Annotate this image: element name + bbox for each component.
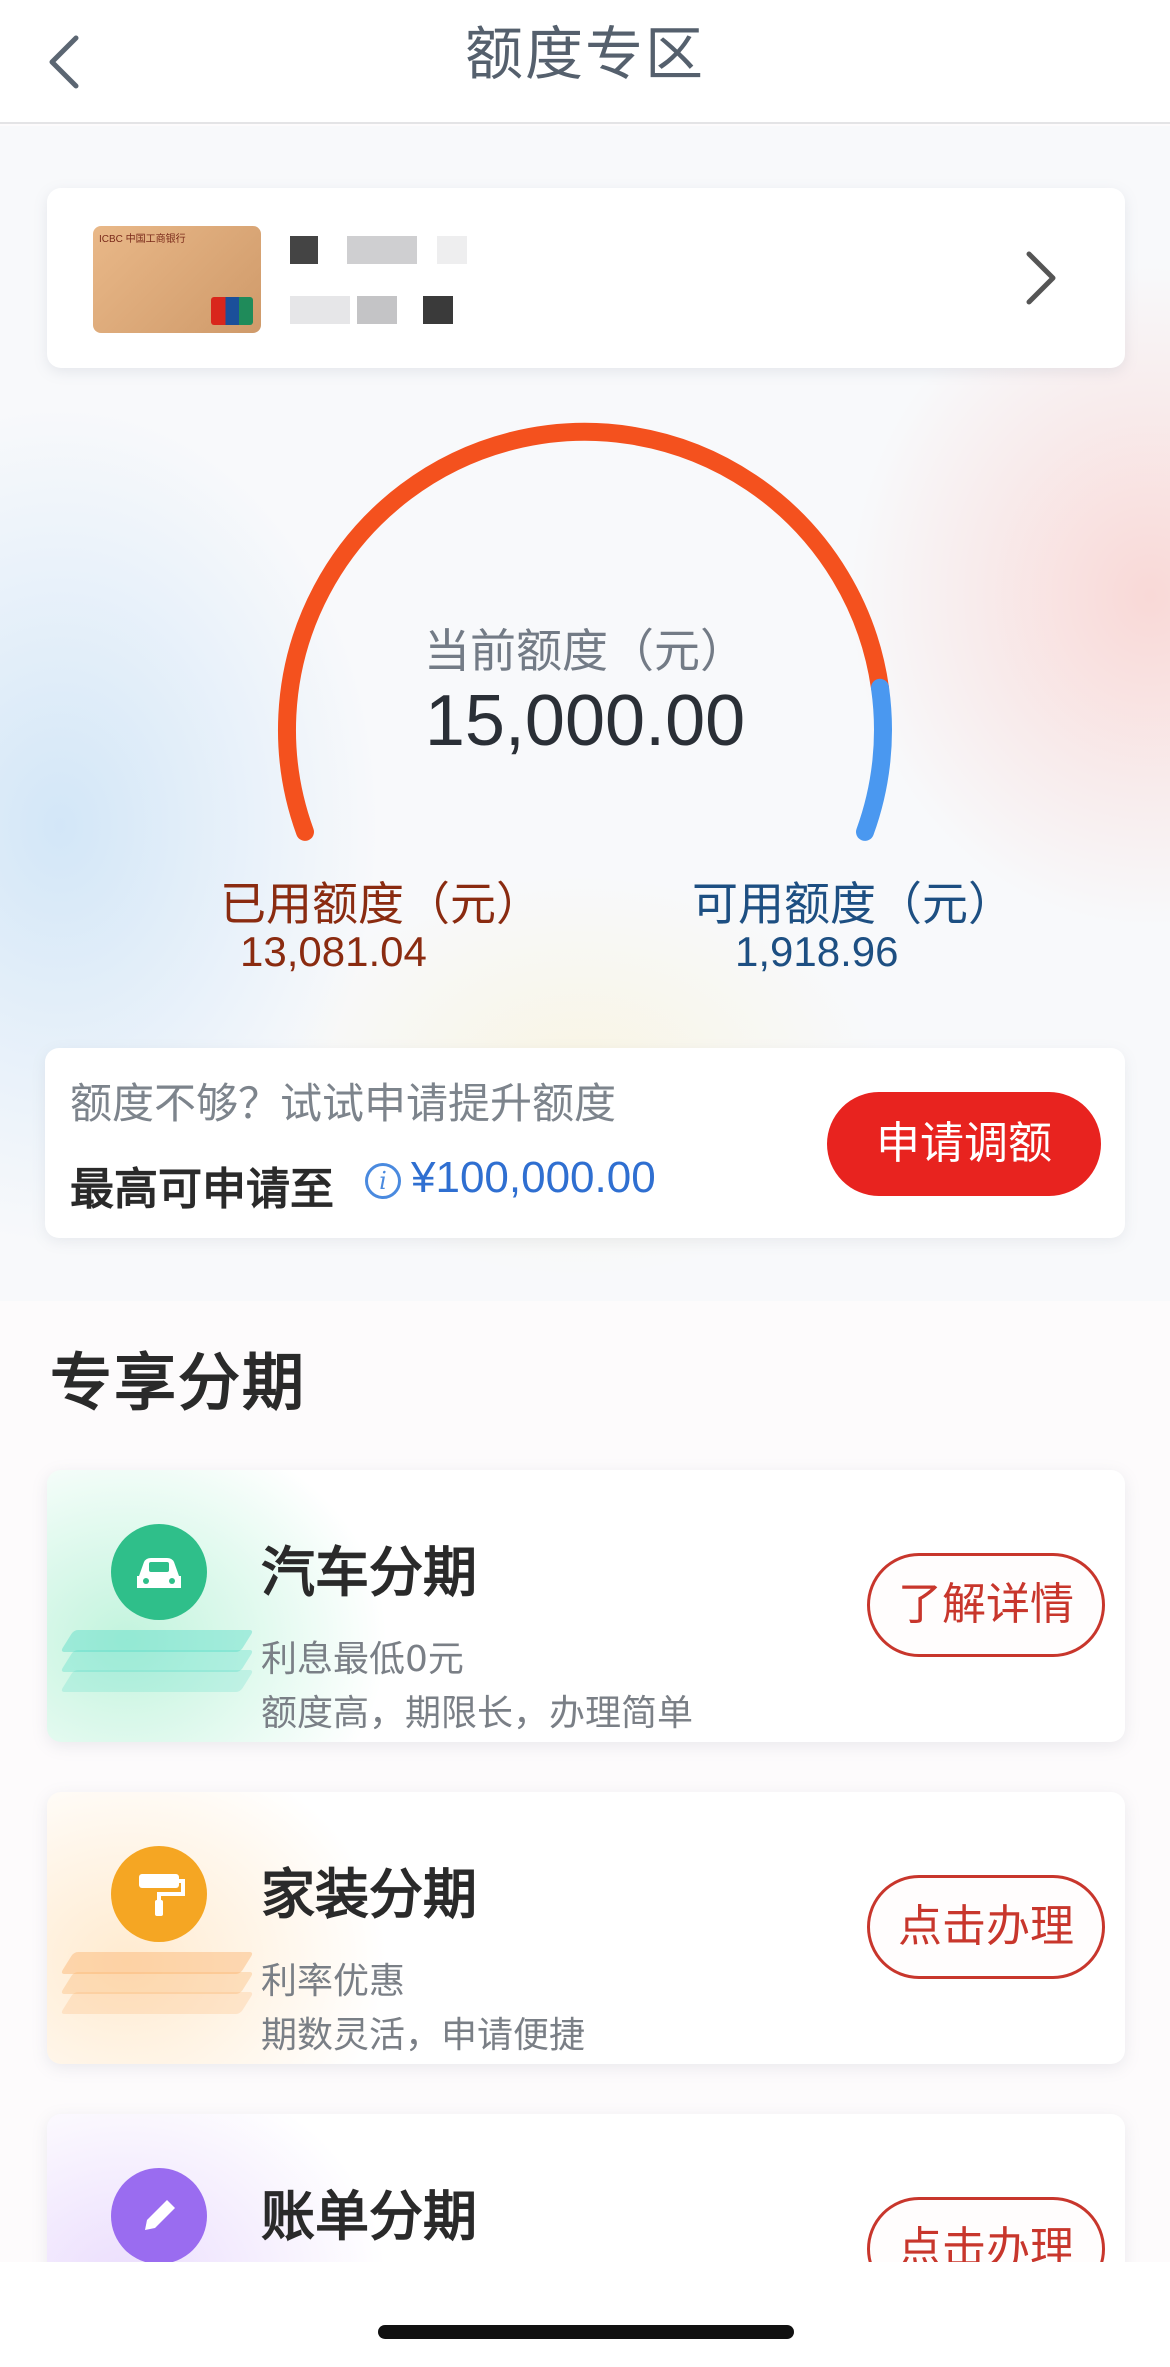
icon-platform — [60, 1952, 254, 1974]
home-indicator — [378, 2325, 794, 2339]
used-limit-label: 已用额度（元） — [220, 877, 542, 931]
apply-now-button[interactable]: 点击办理 — [867, 1875, 1105, 1979]
installment-card-car[interactable]: 汽车分期 利息最低0元 额度高，期限长，办理简单 了解详情 — [47, 1470, 1125, 1742]
learn-more-button[interactable]: 了解详情 — [867, 1553, 1105, 1657]
icon-platform — [60, 1992, 254, 2014]
masked-card-name — [290, 236, 318, 264]
installment-description: 额度高，期限长，办理简单 — [261, 1693, 694, 1734]
apply-raise-button[interactable]: 申请调额 — [827, 1092, 1101, 1196]
masked-card-number — [290, 296, 350, 324]
chevron-right-icon — [1019, 238, 1063, 318]
icon-platform — [60, 1630, 254, 1652]
used-limit-value: 13,081.04 — [240, 928, 427, 975]
nav-header: 额度专区 — [0, 0, 1170, 124]
pencil-icon — [111, 2168, 207, 2264]
icon-platform — [60, 1650, 254, 1672]
current-limit-value: 15,000.00 — [424, 681, 746, 761]
installment-card-home-decor[interactable]: 家装分期 利率优惠 期数灵活，申请便捷 点击办理 — [47, 1792, 1125, 2064]
masked-card-number — [357, 296, 397, 324]
car-icon — [111, 1524, 207, 1620]
icon-platform — [60, 1972, 254, 1994]
installment-subtitle: 利息最低0元 — [261, 1639, 464, 1680]
raise-max-value: ¥100,000.00 — [411, 1153, 656, 1202]
limit-raise-panel: 额度不够？试试申请提升额度 最高可申请至 i ¥100,000.00 申请调额 — [45, 1048, 1125, 1238]
installment-description: 期数灵活，申请便捷 — [261, 2015, 586, 2056]
installment-title: 汽车分期 — [261, 1541, 477, 1604]
installment-subtitle: 利率优惠 — [261, 1961, 406, 2002]
unionpay-logo — [211, 297, 253, 325]
info-icon[interactable]: i — [365, 1163, 401, 1199]
masked-card-number — [423, 296, 453, 324]
raise-prompt-text: 额度不够？试试申请提升额度 — [70, 1079, 617, 1128]
installment-title: 账单分期 — [261, 2185, 477, 2248]
page-title: 额度专区 — [464, 20, 705, 88]
card-issuer-mark: ICBC 中国工商银行 — [99, 234, 186, 245]
masked-card-name — [437, 236, 467, 264]
icon-platform — [60, 1670, 254, 1692]
raise-max-label: 最高可申请至 — [70, 1164, 334, 1215]
installment-title: 家装分期 — [261, 1863, 477, 1926]
masked-card-name — [347, 236, 417, 264]
available-limit-value: 1,918.96 — [735, 928, 899, 975]
bank-card-image: ICBC 中国工商银行 — [93, 226, 261, 333]
credit-card-selector[interactable]: ICBC 中国工商银行 — [47, 188, 1125, 368]
bottom-safe-area — [0, 2262, 1170, 2367]
current-limit-label: 当前额度（元） — [424, 624, 746, 678]
paint-roller-icon — [111, 1846, 207, 1942]
available-limit-label: 可用额度（元） — [692, 877, 1014, 931]
section-title: 专享分期 — [50, 1346, 307, 1419]
